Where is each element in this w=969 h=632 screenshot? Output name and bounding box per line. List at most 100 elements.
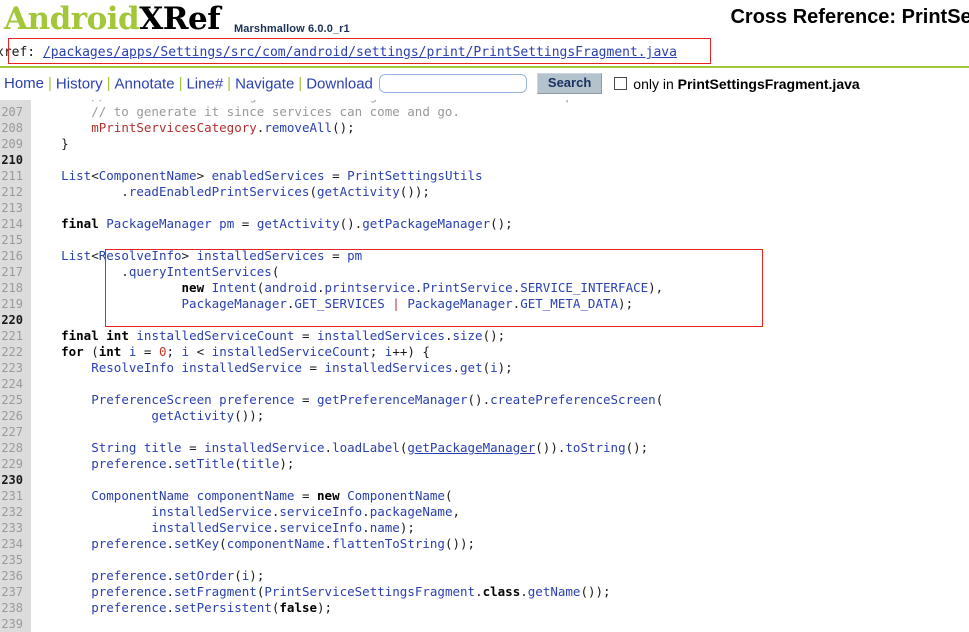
code-symbol-link[interactable]: getPackageManager: [407, 440, 535, 455]
line-number[interactable]: 210: [0, 152, 27, 168]
line-number[interactable]: 209: [0, 136, 27, 152]
line-number[interactable]: 223: [0, 360, 27, 376]
line-number[interactable]: 230: [0, 472, 27, 488]
line-number[interactable]: 224: [0, 376, 27, 392]
code-token: flattenToString: [332, 536, 445, 551]
header-divider: [0, 66, 969, 68]
code-token: >: [196, 168, 212, 183]
code-token: );: [497, 360, 513, 375]
line-number[interactable]: 220: [0, 312, 27, 328]
breadcrumb-xref-path[interactable]: xref: /packages/apps/Settings/src/com/an…: [0, 45, 677, 60]
nav-link-annotate[interactable]: Annotate: [115, 75, 175, 92]
code-token: get: [460, 360, 483, 375]
code-token: |: [392, 296, 400, 311]
nav-link-navigate[interactable]: Navigate: [235, 75, 294, 92]
line-number[interactable]: 215: [0, 232, 27, 248]
line-number[interactable]: 222: [0, 344, 27, 360]
code-token: ();: [490, 216, 513, 231]
code-token: installedServiceCount: [211, 344, 370, 359]
code-token: );: [399, 520, 415, 535]
xref-label: xref:: [0, 45, 43, 60]
code-line-text: new Intent(android.printservice.PrintSer…: [27, 280, 664, 296]
line-number[interactable]: 235: [0, 552, 27, 568]
code-line-text: .queryIntentServices(: [27, 264, 279, 280]
code-token: (: [655, 392, 664, 407]
code-line-text: .readEnabledPrintServices(getActivity())…: [27, 184, 430, 200]
line-number[interactable]: 233: [0, 520, 27, 536]
line-number[interactable]: 216: [0, 248, 27, 264]
code-token: installedService: [204, 440, 325, 455]
line-number[interactable]: 211: [0, 168, 27, 184]
code-token: <: [189, 344, 212, 359]
code-line: 227: [0, 424, 969, 440]
code-token: PrintSettingsUtils: [347, 168, 483, 183]
nav-link-home[interactable]: Home: [4, 75, 44, 92]
line-number[interactable]: 238: [0, 600, 27, 616]
line-number[interactable]: 219: [0, 296, 27, 312]
code-line-text: List<ComponentName> enabledServices = Pr…: [27, 168, 483, 184]
line-number[interactable]: 212: [0, 184, 27, 200]
code-token: =: [324, 248, 348, 263]
source-code-viewer[interactable]: 206 // since service categories are auto…: [0, 100, 969, 632]
line-number[interactable]: 232: [0, 504, 27, 520]
site-logo[interactable]: AndroidXRef: [4, 1, 221, 37]
line-number[interactable]: 231: [0, 488, 27, 504]
android-version-label: Marshmallow 6.0.0_r1: [234, 23, 350, 35]
line-number[interactable]: 208: [0, 120, 27, 136]
code-token: (: [444, 488, 453, 503]
only-in-file-checkbox[interactable]: [614, 77, 628, 90]
line-number[interactable]: 218: [0, 280, 27, 296]
line-number[interactable]: 226: [0, 408, 27, 424]
search-input[interactable]: [378, 74, 527, 93]
code-token: setKey: [174, 536, 220, 551]
code-line-text: }: [27, 136, 69, 152]
code-line-text: mPrintServicesCategory.removeAll();: [27, 120, 354, 136]
line-number[interactable]: 213: [0, 200, 27, 216]
code-token: false: [279, 600, 318, 615]
line-number[interactable]: 227: [0, 424, 27, 440]
code-line: 233 installedService.serviceInfo.name);: [0, 520, 969, 536]
code-token: componentName: [226, 536, 325, 551]
logo-text-android: Android: [4, 1, 140, 37]
code-token: preference: [91, 584, 167, 599]
code-token: for: [61, 344, 84, 359]
code-token: ResolveInfo: [98, 248, 182, 263]
line-number[interactable]: 237: [0, 584, 27, 600]
code-token: .: [166, 536, 175, 551]
line-number[interactable]: 225: [0, 392, 27, 408]
xref-path-link[interactable]: /packages/apps/Settings/src/com/android/…: [43, 45, 677, 60]
code-token: setTitle: [174, 456, 235, 471]
code-line: 209 }: [0, 136, 969, 152]
code-line: 220: [0, 312, 969, 328]
line-number[interactable]: 229: [0, 456, 27, 472]
code-token: serviceInfo: [279, 520, 363, 535]
code-token: int: [98, 344, 122, 359]
code-token: new: [181, 280, 205, 295]
code-line: 215: [0, 232, 969, 248]
line-number[interactable]: 214: [0, 216, 27, 232]
line-number[interactable]: 228: [0, 440, 27, 456]
search-button[interactable]: Search: [536, 73, 603, 94]
line-number[interactable]: 234: [0, 536, 27, 552]
nav-link-history[interactable]: History: [56, 75, 103, 92]
line-number[interactable]: 217: [0, 264, 27, 280]
code-line-text: PreferenceScreen preference = getPrefere…: [27, 392, 663, 408]
code-token: name: [369, 520, 400, 535]
line-number[interactable]: 239: [0, 616, 27, 632]
code-token: }: [31, 136, 69, 151]
code-token: ());: [444, 536, 476, 551]
logo-text-xref: XRef: [139, 1, 221, 37]
nav-link-line-number[interactable]: Line#: [186, 75, 223, 92]
code-token: .: [31, 264, 129, 279]
code-token: =: [294, 488, 318, 503]
line-number[interactable]: 236: [0, 568, 27, 584]
line-number[interactable]: 207: [0, 104, 27, 120]
nav-link-download[interactable]: Download: [306, 75, 373, 92]
line-number[interactable]: 221: [0, 328, 27, 344]
code-token: getName: [527, 584, 581, 599]
